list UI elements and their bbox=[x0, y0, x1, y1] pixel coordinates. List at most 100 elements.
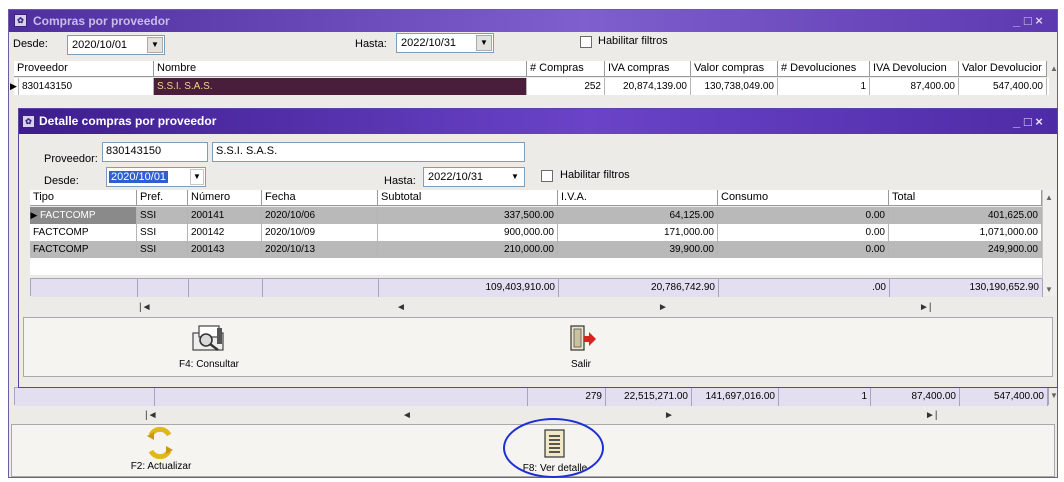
cell-iva-devolucion: 87,400.00 bbox=[870, 78, 959, 95]
outer-desde-combo[interactable]: 2020/10/01 ▼ bbox=[67, 35, 165, 55]
detail-proveedor-field[interactable]: 830143150 bbox=[102, 142, 208, 162]
annotation-circle bbox=[503, 418, 604, 478]
chevron-down-icon[interactable]: ▼ bbox=[476, 35, 492, 51]
total-devoluciones: 1 bbox=[779, 388, 871, 406]
nav-next-button[interactable]: ► bbox=[664, 410, 674, 421]
col-tipo[interactable]: Tipo bbox=[30, 190, 137, 206]
cell-valor-devolucion: 547,400.00 bbox=[959, 78, 1047, 95]
col-valor-compras[interactable]: Valor compras bbox=[691, 61, 778, 77]
cell-total: 249,900.00 bbox=[889, 241, 1042, 258]
total-iva: 20,786,742.90 bbox=[559, 279, 719, 297]
cell-subtotal: 900,000.00 bbox=[378, 224, 558, 241]
total-valor-devolucion: 547,400.00 bbox=[960, 388, 1048, 406]
col-iva-compras[interactable]: IVA compras bbox=[605, 61, 691, 77]
cell-consumo: 0.00 bbox=[718, 224, 889, 241]
table-row[interactable]: FACTCOMP SSI 200141 2020/10/06 337,500.00 64,… bbox=[30, 207, 1042, 224]
actualizar-button[interactable]: F2: Actualizar bbox=[116, 427, 206, 475]
consultar-label: F4: Consultar bbox=[178, 359, 240, 370]
col-iva[interactable]: I.V.A. bbox=[558, 190, 718, 206]
refresh-icon bbox=[147, 427, 173, 459]
consultar-button[interactable]: F4: Consultar bbox=[174, 324, 244, 374]
outer-title-bar[interactable]: ✿ Compras por proveedor _ □ × bbox=[9, 10, 1057, 32]
total-iva-devolucion: 87,400.00 bbox=[871, 388, 960, 406]
total-compras: 279 bbox=[528, 388, 606, 406]
outer-desde-label: Desde: bbox=[13, 38, 48, 50]
total-spacer bbox=[155, 388, 528, 406]
nav-prev-button[interactable]: ◄ bbox=[402, 410, 412, 421]
nav-next-button[interactable]: ► bbox=[658, 302, 668, 313]
cell-tipo: FACTCOMP bbox=[30, 207, 137, 224]
nav-first-button[interactable]: |◄ bbox=[145, 410, 158, 421]
outer-grid-header: Proveedor Nombre # Compras IVA compras V… bbox=[14, 61, 1049, 78]
detail-window-controls[interactable]: _ □ × bbox=[1013, 114, 1043, 129]
nav-last-button[interactable]: ►| bbox=[925, 410, 938, 421]
detail-grid-header: Tipo Pref. Número Fecha Subtotal I.V.A. … bbox=[30, 190, 1042, 207]
chevron-down-icon[interactable]: ▼ bbox=[190, 169, 204, 185]
detail-scrollbar[interactable]: ▲ ▼ bbox=[1042, 190, 1056, 296]
cell-fecha: 2020/10/13 bbox=[262, 241, 378, 258]
outer-hasta-combo[interactable]: 2022/10/31 ▼ bbox=[396, 33, 494, 53]
nav-first-button[interactable]: |◄ bbox=[139, 302, 152, 313]
detail-title-bar[interactable]: ✿ Detalle compras por proveedor _ □ × bbox=[19, 109, 1057, 134]
cell-iva: 171,000.00 bbox=[558, 224, 718, 241]
detail-grid-body: FACTCOMP SSI 200141 2020/10/06 337,500.00 64,… bbox=[30, 207, 1042, 277]
total-consumo: .00 bbox=[719, 279, 890, 297]
col-pref[interactable]: Pref. bbox=[137, 190, 188, 206]
scroll-up-icon[interactable]: ▲ bbox=[1045, 193, 1053, 202]
scroll-up-icon[interactable]: ▲ bbox=[1049, 64, 1059, 73]
table-row[interactable]: FACTCOMP SSI 200143 2020/10/13 210,000.00 39,… bbox=[30, 241, 1042, 258]
actualizar-label: F2: Actualizar bbox=[130, 461, 192, 472]
chevron-down-icon[interactable]: ▼ bbox=[147, 37, 163, 53]
outer-filter-checkbox[interactable] bbox=[580, 36, 592, 48]
detail-nombre-field[interactable]: S.S.I. S.A.S. bbox=[212, 142, 525, 162]
col-compras[interactable]: # Compras bbox=[527, 61, 605, 77]
app-icon: ✿ bbox=[22, 115, 35, 128]
col-subtotal[interactable]: Subtotal bbox=[378, 190, 558, 206]
cell-numero: 200141 bbox=[188, 207, 262, 224]
app-icon: ✿ bbox=[14, 14, 27, 27]
col-consumo[interactable]: Consumo bbox=[718, 190, 889, 206]
detail-filter-checkbox[interactable] bbox=[541, 170, 553, 182]
scroll-down-icon[interactable]: ▼ bbox=[1045, 285, 1053, 294]
detail-hasta-value: 2022/10/31 bbox=[428, 171, 484, 183]
col-devoluciones[interactable]: # Devoluciones bbox=[778, 61, 870, 77]
col-nombre[interactable]: Nombre bbox=[154, 61, 527, 77]
col-proveedor[interactable]: Proveedor bbox=[14, 61, 154, 77]
cell-pref: SSI bbox=[137, 207, 188, 224]
cell-subtotal: 210,000.00 bbox=[378, 241, 558, 258]
total-spacer bbox=[189, 279, 263, 297]
cell-subtotal: 337,500.00 bbox=[378, 207, 558, 224]
cell-compras: 252 bbox=[527, 78, 605, 95]
cell-pref: SSI bbox=[137, 224, 188, 241]
cell-devoluciones: 1 bbox=[778, 78, 870, 95]
nav-last-button[interactable]: ►| bbox=[919, 302, 932, 313]
cell-nombre: S.S.I. S.A.S. bbox=[154, 78, 527, 95]
detail-desde-combo[interactable]: 2020/10/01 ▼ bbox=[106, 167, 206, 187]
cell-iva-compras: 20,874,139.00 bbox=[605, 78, 691, 95]
cell-total: 1,071,000.00 bbox=[889, 224, 1042, 241]
salir-button[interactable]: Salir bbox=[556, 324, 606, 374]
table-row[interactable] bbox=[30, 258, 1042, 275]
detail-window-title: Detalle compras por proveedor bbox=[39, 114, 217, 128]
detail-filter-label: Habilitar filtros bbox=[560, 169, 630, 181]
col-total[interactable]: Total bbox=[889, 190, 1042, 206]
row-pointer-icon: ▶ bbox=[30, 210, 38, 220]
col-numero[interactable]: Número bbox=[188, 190, 262, 206]
detail-hasta-combo[interactable]: 2022/10/31 ▼ bbox=[423, 167, 525, 187]
scroll-down-icon[interactable]: ▼ bbox=[1049, 391, 1059, 400]
outer-window-controls[interactable]: _ □ × bbox=[1013, 13, 1043, 28]
col-valor-devolucion[interactable]: Valor Devolucior bbox=[959, 61, 1047, 77]
nav-prev-button[interactable]: ◄ bbox=[396, 302, 406, 313]
table-row[interactable]: ▶ 830143150 S.S.I. S.A.S. 252 20,874,139… bbox=[10, 78, 1049, 95]
cell-numero: 200142 bbox=[188, 224, 262, 241]
col-fecha[interactable]: Fecha bbox=[262, 190, 378, 206]
cell-iva: 64,125.00 bbox=[558, 207, 718, 224]
detail-window: ✿ Detalle compras por proveedor _ □ × Pr… bbox=[18, 108, 1058, 388]
detail-desde-label: Desde: bbox=[44, 175, 79, 187]
cell-fecha: 2020/10/06 bbox=[262, 207, 378, 224]
table-row[interactable]: FACTCOMP SSI 200142 2020/10/09 900,000.00 171… bbox=[30, 224, 1042, 241]
outer-totals-row: 279 22,515,271.00 141,697,016.00 1 87,40… bbox=[14, 387, 1049, 406]
col-iva-devolucion[interactable]: IVA Devolucion bbox=[870, 61, 959, 77]
chevron-down-icon[interactable]: ▼ bbox=[507, 169, 523, 185]
outer-window-title: Compras por proveedor bbox=[33, 14, 170, 28]
